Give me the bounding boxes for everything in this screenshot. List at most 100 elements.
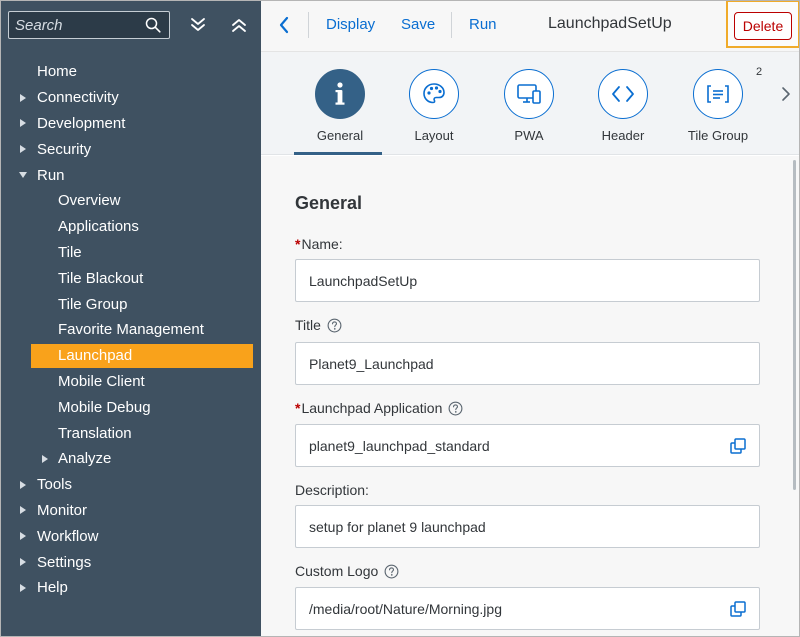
palette-icon bbox=[423, 83, 445, 104]
double-chevron-up-icon bbox=[232, 19, 246, 32]
search-box[interactable] bbox=[8, 11, 170, 39]
sidebar-item-settings[interactable]: Settings bbox=[0, 549, 261, 575]
tab-icon-circle bbox=[598, 69, 648, 119]
name-label-text: Name: bbox=[301, 236, 343, 252]
sidebar-item-label: Development bbox=[37, 114, 126, 132]
launchpad-application-field[interactable]: planet9_launchpad_standard bbox=[295, 424, 760, 467]
tab-tile-group[interactable]: 2 Tile Group bbox=[672, 52, 762, 155]
sidebar-item-label: Mobile Debug bbox=[58, 398, 151, 416]
sidebar-item-label: Tile bbox=[58, 243, 82, 261]
tabs-scroll-right-button[interactable] bbox=[778, 82, 794, 106]
sidebar-item-label: Help bbox=[37, 579, 68, 597]
sidebar-item-tile-blackout[interactable]: Tile Blackout bbox=[0, 265, 261, 291]
sidebar-item-tools[interactable]: Tools bbox=[0, 472, 261, 498]
tab-count-badge: 2 bbox=[756, 66, 763, 78]
chevron-right-icon bbox=[782, 87, 790, 101]
search-input[interactable] bbox=[15, 15, 143, 35]
sidebar-search-row bbox=[8, 10, 257, 40]
icon-tab-bar: General Layout PWA Header 2 Tile Group bbox=[261, 52, 800, 155]
caret-right-icon bbox=[19, 145, 27, 154]
sidebar-item-mobile-debug[interactable]: Mobile Debug bbox=[0, 394, 261, 420]
value-help-icon[interactable] bbox=[729, 600, 747, 618]
page-title: LaunchpadSetUp bbox=[548, 15, 672, 32]
sidebar: Home Connectivity Development Security R… bbox=[0, 0, 261, 637]
name-field-value: LaunchpadSetUp bbox=[309, 273, 418, 289]
sidebar-item-connectivity[interactable]: Connectivity bbox=[0, 85, 261, 111]
custom-logo-field[interactable]: /media/root/Nature/Morning.jpg bbox=[295, 587, 760, 630]
caret-right-icon bbox=[19, 119, 27, 128]
description-field[interactable]: setup for planet 9 launchpad bbox=[295, 505, 760, 548]
custom-logo-label: Custom Logo bbox=[295, 563, 399, 579]
info-icon bbox=[335, 82, 345, 105]
description-label-text: Description: bbox=[295, 482, 369, 498]
sidebar-item-label: Analyze bbox=[58, 450, 112, 468]
sidebar-item-label: Tile Group bbox=[58, 295, 128, 313]
tab-pwa[interactable]: PWA bbox=[483, 52, 573, 155]
expand-all-button[interactable] bbox=[185, 12, 211, 38]
sidebar-item-applications[interactable]: Applications bbox=[0, 214, 261, 240]
name-field[interactable]: LaunchpadSetUp bbox=[295, 259, 760, 302]
sidebar-item-monitor[interactable]: Monitor bbox=[0, 498, 261, 524]
sidebar-item-favorite-management[interactable]: Favorite Management bbox=[0, 317, 261, 343]
title-label: Title bbox=[295, 317, 342, 333]
description-label: Description: bbox=[295, 482, 369, 498]
help-icon[interactable] bbox=[448, 401, 463, 416]
caret-right-icon bbox=[19, 583, 27, 592]
main-panel: Display Save Run LaunchpadSetUp Delete G… bbox=[261, 0, 800, 637]
sidebar-item-run[interactable]: Run bbox=[0, 162, 261, 188]
toolbar-separator bbox=[308, 12, 309, 38]
launchpad-application-label: * Launchpad Application bbox=[295, 400, 463, 416]
help-icon[interactable] bbox=[384, 564, 399, 579]
display-button[interactable]: Display bbox=[326, 16, 375, 33]
back-button[interactable] bbox=[273, 13, 295, 37]
sidebar-item-mobile-client[interactable]: Mobile Client bbox=[0, 369, 261, 395]
value-help-icon[interactable] bbox=[729, 437, 747, 455]
sidebar-item-launchpad[interactable]: Launchpad bbox=[0, 343, 261, 369]
tab-layout[interactable]: Layout bbox=[388, 52, 478, 155]
collapse-all-button[interactable] bbox=[226, 12, 252, 38]
run-button[interactable]: Run bbox=[469, 16, 497, 33]
sidebar-item-security[interactable]: Security bbox=[0, 136, 261, 162]
sidebar-item-workflow[interactable]: Workflow bbox=[0, 523, 261, 549]
form-content: General * Name: LaunchpadSetUp Title Pla… bbox=[261, 156, 800, 637]
help-icon[interactable] bbox=[327, 318, 342, 333]
sidebar-item-analyze[interactable]: Analyze bbox=[0, 446, 261, 472]
required-indicator: * bbox=[295, 236, 301, 252]
sidebar-item-tile-group[interactable]: Tile Group bbox=[0, 291, 261, 317]
double-chevron-down-icon bbox=[191, 18, 205, 31]
sidebar-item-translation[interactable]: Translation bbox=[0, 420, 261, 446]
launchpad-application-field-value: planet9_launchpad_standard bbox=[309, 438, 490, 454]
tab-icon-circle bbox=[315, 69, 365, 119]
sidebar-item-development[interactable]: Development bbox=[0, 111, 261, 137]
save-button[interactable]: Save bbox=[401, 16, 435, 33]
tab-icon-circle bbox=[504, 69, 554, 119]
tab-general[interactable]: General bbox=[294, 52, 384, 155]
sidebar-item-overview[interactable]: Overview bbox=[0, 188, 261, 214]
launchpad-application-label-text: Launchpad Application bbox=[301, 400, 443, 416]
title-label-text: Title bbox=[295, 317, 321, 333]
delete-button[interactable]: Delete bbox=[734, 12, 792, 40]
tab-header[interactable]: Header bbox=[577, 52, 667, 155]
sidebar-item-tile[interactable]: Tile bbox=[0, 240, 261, 266]
sidebar-item-label: Settings bbox=[37, 553, 92, 571]
caret-right-icon bbox=[19, 506, 27, 515]
title-field[interactable]: Planet9_Launchpad bbox=[295, 342, 760, 385]
tab-label: PWA bbox=[514, 128, 544, 143]
sidebar-item-label: Connectivity bbox=[37, 89, 119, 107]
search-icon[interactable] bbox=[145, 17, 161, 33]
description-field-value: setup for planet 9 launchpad bbox=[309, 519, 486, 535]
sidebar-item-label: Workflow bbox=[37, 527, 99, 545]
sidebar-item-label: Mobile Client bbox=[58, 372, 145, 390]
devices-icon bbox=[517, 84, 541, 104]
sidebar-item-help[interactable]: Help bbox=[0, 575, 261, 601]
tab-icon-circle bbox=[409, 69, 459, 119]
caret-right-icon bbox=[41, 454, 49, 463]
list-icon bbox=[707, 85, 729, 103]
sidebar-item-label: Launchpad bbox=[58, 347, 133, 365]
tab-label: Layout bbox=[414, 128, 454, 143]
chevron-left-icon bbox=[279, 16, 289, 34]
sidebar-item-label: Run bbox=[37, 166, 65, 184]
sidebar-menu: Home Connectivity Development Security R… bbox=[0, 59, 261, 601]
sidebar-item-home[interactable]: Home bbox=[0, 59, 261, 85]
vertical-scrollbar[interactable] bbox=[793, 160, 796, 490]
